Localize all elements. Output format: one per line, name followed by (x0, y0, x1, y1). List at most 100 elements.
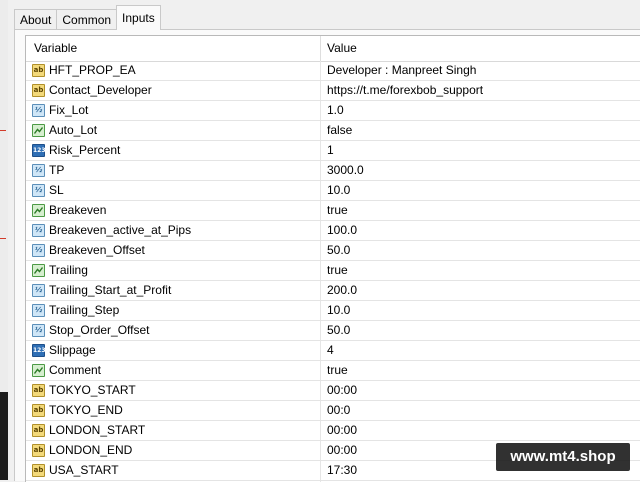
chart-mark (0, 130, 6, 131)
variable-value[interactable]: 10.0 (327, 181, 350, 200)
ab-string-icon: ab (32, 404, 45, 417)
table-row[interactable]: ab HFT_PROP_EA Developer : Manpreet Singh (26, 61, 640, 81)
table-row[interactable]: 123 Risk_Percent 1 (26, 141, 640, 161)
variable-value[interactable]: 00:00 (327, 441, 357, 460)
table-row[interactable]: ab TOKYO_START 00:00 (26, 381, 640, 401)
column-header-value[interactable]: Value (327, 36, 357, 60)
column-divider (320, 121, 321, 140)
variable-name: Comment (49, 363, 102, 377)
bool-icon (32, 204, 45, 217)
table-row[interactable]: ½ Breakeven_active_at_Pips 100.0 (26, 221, 640, 241)
chart-mark (0, 238, 6, 239)
column-divider (320, 221, 321, 240)
variable-value[interactable]: 4 (327, 341, 334, 360)
column-divider (320, 441, 321, 460)
variable-name: HFT_PROP_EA (49, 63, 136, 77)
variable-value[interactable]: 00:00 (327, 381, 357, 400)
variable-value[interactable]: true (327, 201, 348, 220)
variable-value[interactable]: 1 (327, 141, 334, 160)
table-row[interactable]: Breakeven true (26, 201, 640, 221)
bool-icon (32, 124, 45, 137)
column-divider (320, 201, 321, 220)
double-icon: ½ (32, 304, 45, 317)
column-divider (320, 141, 321, 160)
variable-name: Slippage (49, 343, 96, 357)
variable-name: USA_START (49, 463, 119, 477)
double-icon: ½ (32, 244, 45, 257)
tab-inputs[interactable]: Inputs (116, 5, 161, 30)
double-icon: ½ (32, 104, 45, 117)
column-divider (320, 261, 321, 280)
variable-value[interactable]: 50.0 (327, 321, 350, 340)
variable-value[interactable]: 100.0 (327, 221, 357, 240)
background-chart-strip (0, 0, 8, 480)
variable-name: SL (49, 183, 64, 197)
column-divider (320, 181, 321, 200)
column-header-variable[interactable]: Variable (34, 36, 77, 60)
column-divider (320, 381, 321, 400)
tab-common[interactable]: Common (56, 9, 118, 30)
column-divider (320, 321, 321, 340)
background-dark-area (0, 392, 8, 480)
ab-string-icon: ab (32, 384, 45, 397)
inputs-table: Variable Value ab HFT_PROP_EA Developer : … (25, 35, 640, 482)
dialog-tabs: About Common Inputs (14, 4, 161, 30)
variable-value[interactable]: 00:00 (327, 421, 357, 440)
variable-value[interactable]: https://t.me/forexbob_support (327, 81, 483, 100)
bool-icon (32, 264, 45, 277)
column-divider (320, 401, 321, 420)
variable-name: Breakeven (49, 203, 107, 217)
column-divider (320, 241, 321, 260)
variable-value[interactable]: Developer : Manpreet Singh (327, 61, 476, 80)
variable-name: Stop_Order_Offset (49, 323, 150, 337)
variable-name: LONDON_END (49, 443, 133, 457)
bool-icon (32, 364, 45, 377)
table-row[interactable]: ab LONDON_START 00:00 (26, 421, 640, 441)
variable-name: Trailing_Step (49, 303, 120, 317)
table-row[interactable]: 123 Slippage 4 (26, 341, 640, 361)
inputs-panel: Variable Value ab HFT_PROP_EA Developer : … (14, 29, 640, 482)
table-row[interactable]: ½ Trailing_Start_at_Profit 200.0 (26, 281, 640, 301)
column-divider[interactable] (320, 36, 321, 61)
table-row[interactable]: Comment true (26, 361, 640, 381)
variable-value[interactable]: 200.0 (327, 281, 357, 300)
variable-name: Contact_Developer (49, 83, 152, 97)
variable-value[interactable]: 1.0 (327, 101, 344, 120)
variable-value[interactable]: true (327, 261, 348, 280)
tab-about[interactable]: About (14, 9, 58, 30)
variable-value[interactable]: 50.0 (327, 241, 350, 260)
ab-string-icon: ab (32, 444, 45, 457)
variable-value[interactable]: false (327, 121, 352, 140)
ab-string-icon: ab (32, 464, 45, 477)
variable-value[interactable]: 10.0 (327, 301, 350, 320)
table-row[interactable]: ½ Fix_Lot 1.0 (26, 101, 640, 121)
table-row[interactable]: ab Contact_Developer https://t.me/forexbob… (26, 81, 640, 101)
variable-name: TOKYO_START (49, 383, 136, 397)
ab-string-icon: ab (32, 84, 45, 97)
double-icon: ½ (32, 284, 45, 297)
variable-value[interactable]: true (327, 361, 348, 380)
table-row[interactable]: ab TOKYO_END 00:0 (26, 401, 640, 421)
variable-value[interactable]: 17:30 (327, 461, 357, 480)
variable-name: TP (49, 163, 65, 177)
column-divider (320, 461, 321, 480)
table-body: ab HFT_PROP_EA Developer : Manpreet Singh a… (26, 61, 640, 482)
integer-icon: 123 (32, 344, 46, 357)
variable-name: Trailing_Start_at_Profit (49, 283, 172, 297)
table-row[interactable]: ½ Stop_Order_Offset 50.0 (26, 321, 640, 341)
table-row[interactable]: Auto_Lot false (26, 121, 640, 141)
table-row[interactable]: ½ Trailing_Step 10.0 (26, 301, 640, 321)
table-row[interactable]: ½ TP 3000.0 (26, 161, 640, 181)
double-icon: ½ (32, 184, 45, 197)
variable-value[interactable]: 00:0 (327, 401, 350, 420)
table-row[interactable]: ½ SL 10.0 (26, 181, 640, 201)
table-row[interactable]: ½ Breakeven_Offset 50.0 (26, 241, 640, 261)
variable-name: Fix_Lot (49, 103, 89, 117)
column-divider (320, 341, 321, 360)
double-icon: ½ (32, 324, 45, 337)
variable-value[interactable]: 3000.0 (327, 161, 364, 180)
column-divider (320, 61, 321, 80)
variable-name: LONDON_START (49, 423, 146, 437)
variable-name: Risk_Percent (49, 143, 121, 157)
table-row[interactable]: Trailing true (26, 261, 640, 281)
